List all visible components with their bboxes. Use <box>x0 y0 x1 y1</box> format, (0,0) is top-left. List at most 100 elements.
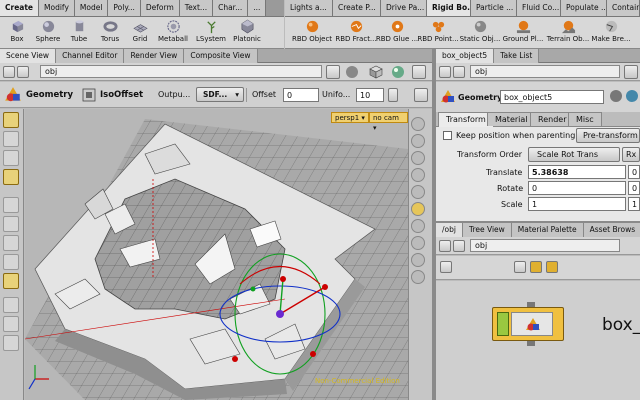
shelf-tab-populate[interactable]: Populate ... <box>561 0 607 16</box>
scale-tool-icon[interactable] <box>3 254 19 270</box>
shelf-tab-create-particles[interactable]: Create P... <box>333 0 381 16</box>
tool-terrain-object[interactable]: Terrain Ob... <box>545 17 591 48</box>
pre-transform-button[interactable]: Pre-transform <box>576 128 640 143</box>
shelf-tab-lights[interactable]: Lights a... <box>285 0 333 16</box>
tool-static-object[interactable]: Static Obj... <box>459 17 501 48</box>
tool-rbd-glue[interactable]: RBD Glue ... <box>376 17 418 48</box>
back-button[interactable] <box>3 66 15 78</box>
wireframe-icon[interactable] <box>411 134 425 148</box>
render-tool-icon[interactable] <box>3 316 19 332</box>
uniform-slider[interactable] <box>388 88 398 102</box>
light-icon[interactable] <box>411 168 425 182</box>
toolbar-help-button[interactable] <box>414 88 428 102</box>
network-path-field[interactable]: obj <box>470 239 620 252</box>
snapshot-icon[interactable] <box>411 185 425 199</box>
scale-y-field[interactable]: 1 <box>628 197 640 211</box>
shading-icon[interactable] <box>390 64 406 80</box>
shelf-tab-model[interactable]: Model <box>74 0 109 16</box>
cam-dropdown[interactable]: no cam ▾ <box>369 112 408 132</box>
gear-icon[interactable] <box>610 90 622 102</box>
input-connector[interactable] <box>527 302 535 307</box>
node-name-field[interactable]: box_object5 <box>500 90 604 104</box>
tab-scene-view[interactable]: Scene View <box>0 49 57 63</box>
tab-channel-editor[interactable]: Channel Editor <box>56 49 125 63</box>
shelf-tab-create[interactable]: Create <box>0 0 40 16</box>
display-flag[interactable] <box>497 312 509 336</box>
tool-platonic[interactable]: Platonic <box>230 17 264 48</box>
path-dropdown-button[interactable] <box>326 65 340 79</box>
node-box-object5[interactable] <box>492 302 564 346</box>
network-tool-button[interactable] <box>514 261 526 273</box>
tab-material[interactable]: Material <box>487 112 536 126</box>
handle-knob[interactable] <box>310 351 316 357</box>
camera-icon[interactable] <box>411 219 425 233</box>
magnet-tool-icon[interactable] <box>3 297 19 313</box>
handle-knob[interactable] <box>232 356 238 362</box>
tab-material-palette[interactable]: Material Palette <box>511 223 584 237</box>
brush-tool-icon[interactable] <box>3 131 19 147</box>
tool-rbd-fracture[interactable]: RBD Fract... <box>335 17 377 48</box>
tool-ground-plane[interactable]: Ground Pl... <box>501 17 545 48</box>
shelf-tab-particle-fluids[interactable]: Particle ... <box>471 0 517 16</box>
shelf-tab-drive-particles[interactable]: Drive Pa... <box>381 0 427 16</box>
keep-position-checkbox[interactable] <box>443 131 452 140</box>
snap-tool-icon[interactable] <box>3 335 19 351</box>
tool-tube[interactable]: Tube <box>64 17 94 48</box>
translate-y-field[interactable]: 0 <box>628 165 640 179</box>
param-path-field[interactable]: obj <box>470 65 620 78</box>
tool-sphere[interactable]: Sphere <box>32 17 64 48</box>
tool-rbd-object[interactable]: RBD Object <box>289 17 335 48</box>
camera-dropdown[interactable]: persp1 ▾ <box>331 112 369 123</box>
rotate-y-field[interactable]: 0 <box>628 181 640 195</box>
handle-knob[interactable] <box>250 286 256 292</box>
view-tool-icon[interactable] <box>3 150 19 166</box>
network-canvas[interactable]: box_o <box>436 281 640 400</box>
scene-viewport[interactable]: persp1 ▾ no cam ▾ Non-Commercial Edition <box>25 109 408 400</box>
arrow-select-icon[interactable] <box>3 197 19 213</box>
param-back-button[interactable] <box>439 66 451 78</box>
help-icon[interactable] <box>626 90 638 102</box>
tab-render-view[interactable]: Render View <box>124 49 185 63</box>
visibility-icon[interactable] <box>411 270 425 284</box>
flipbook-icon[interactable] <box>411 202 425 216</box>
network-tool-button[interactable] <box>440 261 452 273</box>
uniform-field[interactable]: 10 <box>356 88 384 102</box>
network-back-button[interactable] <box>439 240 451 252</box>
tab-take-list[interactable]: Take List <box>494 49 540 63</box>
shelf-tab-fluid-containers[interactable]: Fluid Co... <box>517 0 561 16</box>
shelf-tab-modify[interactable]: Modify <box>39 0 75 16</box>
cube-display-icon[interactable] <box>368 64 384 80</box>
rotate-x-field[interactable]: 0 <box>528 181 626 195</box>
tool-torus[interactable]: Torus <box>94 17 126 48</box>
shelf-tab-texture[interactable]: Text... <box>179 0 214 16</box>
handle-pivot[interactable] <box>276 310 284 318</box>
shelf-tab-rigid-bodies[interactable]: Rigid Bo... <box>427 0 471 16</box>
pin-icon[interactable] <box>346 66 358 78</box>
tab-asset-browser[interactable]: Asset Brows <box>583 223 640 237</box>
network-tool-button[interactable] <box>530 261 542 273</box>
tab-transform[interactable]: Transform <box>438 112 494 127</box>
rotation-order-dropdown[interactable]: Rx <box>622 147 640 162</box>
pose-tool-icon[interactable] <box>3 273 19 289</box>
shelf-tab-polygon[interactable]: Poly... <box>108 0 141 16</box>
shelf-tab-deform[interactable]: Deform <box>140 0 180 16</box>
shelf-tab-container[interactable]: Contain <box>607 0 640 16</box>
output-dropdown[interactable]: SDF... ▾ <box>196 87 244 102</box>
tab-obj[interactable]: /obj <box>436 223 463 237</box>
forward-button[interactable] <box>17 66 29 78</box>
tab-tree-view[interactable]: Tree View <box>462 223 512 237</box>
translate-x-field[interactable]: 5.38638 <box>528 165 626 179</box>
scale-x-field[interactable]: 1 <box>528 197 626 211</box>
shelf-tab-more[interactable]: ... <box>248 0 267 16</box>
translate-tool-icon[interactable] <box>3 216 19 232</box>
select-tool-icon[interactable] <box>3 112 19 128</box>
network-forward-button[interactable] <box>453 240 465 252</box>
handle-knob[interactable] <box>280 276 286 282</box>
param-pin-button[interactable] <box>624 65 638 79</box>
tool-make-breakable[interactable]: Make Bre... <box>591 17 631 48</box>
tool-grid[interactable]: Grid <box>126 17 154 48</box>
output-connector[interactable] <box>527 341 535 346</box>
rotate-tool-icon[interactable] <box>3 235 19 251</box>
param-forward-button[interactable] <box>453 66 465 78</box>
handle-tool-icon[interactable] <box>3 169 19 185</box>
